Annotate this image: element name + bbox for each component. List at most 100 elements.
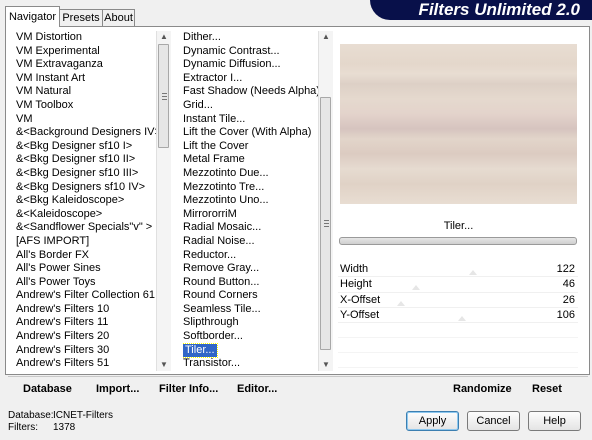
list-item-label: &<Bkg Designer sf10 I>	[16, 139, 133, 152]
category-scrollbar[interactable]: ▲ ▼	[156, 31, 171, 371]
list-item[interactable]: [AFS IMPORT]	[16, 235, 156, 249]
status-label: Database:	[8, 410, 54, 421]
parameter-row[interactable]: Width 122	[338, 262, 578, 278]
slider-thumb-icon[interactable]	[469, 270, 478, 275]
list-item[interactable]: MirrororriM	[183, 208, 318, 222]
parameter-row[interactable]: X-Offset 26	[338, 293, 578, 308]
toolbar: Database Import... Filter Info... Editor…	[8, 376, 588, 401]
scroll-up-icon[interactable]: ▲	[157, 31, 171, 43]
scroll-up-icon[interactable]: ▲	[319, 31, 333, 43]
list-item[interactable]: All's Power Sines	[16, 262, 156, 276]
filter-info-link[interactable]: Filter Info...	[159, 383, 218, 395]
list-item[interactable]: Dynamic Contrast...	[183, 45, 318, 59]
list-item[interactable]: Lift the Cover	[183, 140, 318, 154]
randomize-link[interactable]: Randomize	[453, 383, 512, 395]
category-list[interactable]: VM Distortion VM Experimental VM Extravaga…	[16, 31, 156, 371]
list-item[interactable]: Round Corners	[183, 289, 318, 303]
list-item[interactable]: Andrew's Filter Collection 61	[16, 289, 156, 303]
slider-thumb-icon[interactable]	[412, 285, 421, 291]
list-item[interactable]: Andrew's Filters 11	[16, 316, 156, 330]
parameter-label: Height	[340, 278, 372, 291]
scroll-down-icon[interactable]: ▼	[319, 359, 333, 371]
database-link[interactable]: Database	[23, 383, 72, 395]
scroll-down-icon[interactable]: ▼	[157, 359, 171, 371]
list-item[interactable]: VM Toolbox	[16, 99, 156, 113]
list-item-label: Andrew's Filters 30	[16, 343, 110, 356]
filter-list[interactable]: Dither... Dynamic Contrast... Dynamic Diff…	[183, 31, 318, 371]
list-item[interactable]: Mezzotinto Uno...	[183, 194, 318, 208]
list-item[interactable]: Transistor...	[183, 357, 318, 371]
list-item[interactable]: Fast Shadow (Needs Alpha)	[183, 85, 318, 99]
list-item[interactable]: Tiler...	[183, 342, 318, 359]
list-item[interactable]: All's Power Toys	[16, 276, 156, 290]
parameter-value: 122	[556, 263, 575, 275]
list-item[interactable]: &<Bkg Kaleidoscope>	[16, 194, 156, 208]
list-item[interactable]: &<Sandflower Specials"v" >	[16, 221, 156, 235]
list-item[interactable]: All's Border FX	[16, 249, 156, 263]
list-item[interactable]: VM Extravaganza	[16, 58, 156, 72]
scroll-thumb[interactable]	[158, 44, 169, 148]
cancel-button[interactable]: Cancel	[467, 411, 520, 431]
tab-presets[interactable]: Presets	[59, 9, 103, 26]
list-item[interactable]: VM Experimental	[16, 45, 156, 59]
parameter-row[interactable]: Y-Offset 106	[338, 308, 578, 324]
progress-bar	[339, 237, 577, 245]
list-item-label: Slipthrough	[183, 316, 239, 329]
list-item[interactable]: Andrew's Filters 30	[16, 344, 156, 358]
list-item[interactable]: Andrew's Filters 10	[16, 303, 156, 317]
list-item-label: Andrew's Filters 10	[16, 302, 110, 315]
list-item[interactable]: Lift the Cover (With Alpha)	[183, 126, 318, 140]
list-item[interactable]: Round Button...	[183, 276, 318, 290]
list-item[interactable]: Grid...	[183, 99, 318, 113]
list-item[interactable]: Reductor...	[183, 249, 318, 263]
status-value: ICNET-Filters	[53, 410, 113, 421]
slider-thumb-icon[interactable]	[457, 315, 466, 321]
list-item[interactable]: Extractor I...	[183, 72, 318, 86]
parameter-list: Width 122 Height 46 X-Offset 26 Y-Offset 106	[338, 262, 578, 384]
list-item[interactable]: Seamless Tile...	[183, 303, 318, 317]
parameter-row[interactable]: Height 46	[338, 277, 578, 293]
list-item[interactable]: VM Natural	[16, 85, 156, 99]
list-item[interactable]: Radial Mosaic...	[183, 221, 318, 235]
apply-button[interactable]: Apply	[406, 411, 459, 431]
list-item[interactable]: Metal Frame	[183, 153, 318, 167]
filter-scrollbar[interactable]: ▲ ▼	[318, 31, 333, 371]
list-item[interactable]: &<Bkg Designer sf10 II>	[16, 153, 156, 167]
list-item[interactable]: &<Bkg Designers sf10 IV>	[16, 181, 156, 195]
tab-navigator[interactable]: Navigator	[5, 6, 60, 27]
tab-about[interactable]: About	[102, 9, 135, 26]
import-link[interactable]: Import...	[96, 383, 139, 395]
list-item[interactable]: Mezzotinto Tre...	[183, 181, 318, 195]
list-item[interactable]: VM Instant Art	[16, 72, 156, 86]
list-item-label: Lift the Cover	[183, 139, 249, 152]
list-item-label: Instant Tile...	[183, 112, 246, 125]
list-item-label: All's Border FX	[16, 248, 90, 261]
list-item[interactable]: &<Bkg Designer sf10 I>	[16, 140, 156, 154]
list-item[interactable]: &<Bkg Designer sf10 III>	[16, 167, 156, 181]
help-button[interactable]: Help	[528, 411, 581, 431]
list-item[interactable]: Dither...	[183, 31, 318, 45]
status-label: Filters:	[8, 422, 38, 433]
list-item[interactable]: VM	[16, 113, 156, 127]
list-item[interactable]: VM Distortion	[16, 31, 156, 45]
reset-link[interactable]: Reset	[532, 383, 562, 395]
scroll-thumb[interactable]	[320, 97, 331, 350]
list-item[interactable]: &<Background Designers IV>	[16, 126, 156, 140]
slider-thumb-icon[interactable]	[397, 300, 405, 306]
parameter-row-empty	[338, 353, 578, 369]
list-item[interactable]: Instant Tile...	[183, 113, 318, 127]
list-item-label: VM Experimental	[16, 44, 100, 57]
list-item[interactable]: Dynamic Diffusion...	[183, 58, 318, 72]
list-item[interactable]: Mezzotinto Due...	[183, 167, 318, 181]
list-item[interactable]: &<Kaleidoscope>	[16, 208, 156, 222]
parameter-value: 106	[556, 308, 575, 321]
list-item-label: VM	[16, 112, 33, 125]
list-item[interactable]: Andrew's Filters 20	[16, 330, 156, 344]
list-item[interactable]: Andrew's Filters 51	[16, 357, 156, 371]
editor-link[interactable]: Editor...	[237, 383, 277, 395]
list-item[interactable]: Remove Gray...	[183, 262, 318, 276]
list-item[interactable]: Softborder...	[183, 330, 318, 344]
list-item[interactable]: Slipthrough	[183, 316, 318, 330]
app-banner: Filters Unlimited 2.0	[370, 0, 592, 20]
list-item[interactable]: Radial Noise...	[183, 235, 318, 249]
